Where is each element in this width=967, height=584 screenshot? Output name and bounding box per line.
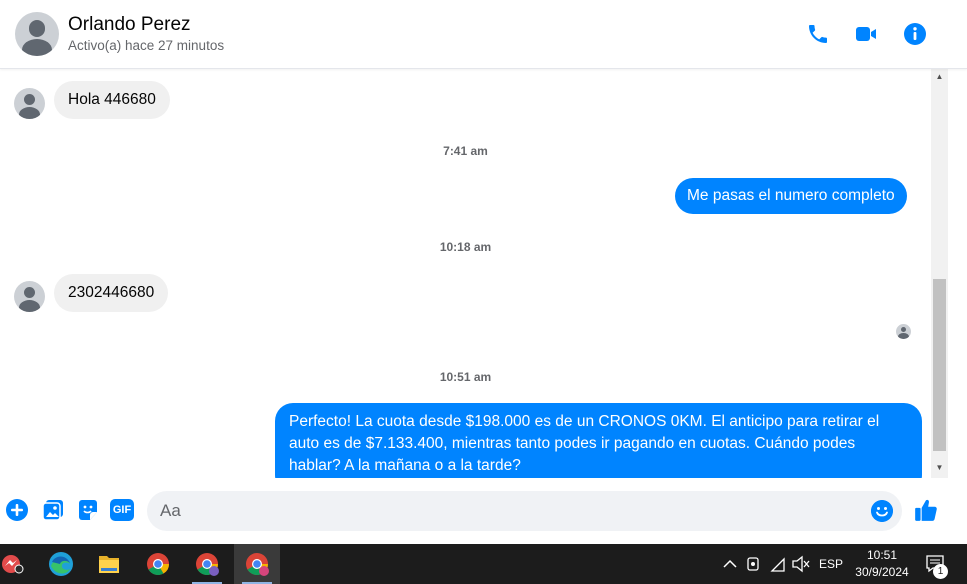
scrollbar-thumb[interactable]	[933, 279, 946, 451]
clock-date: 30/9/2024	[855, 565, 909, 579]
volume-muted-icon[interactable]	[790, 544, 812, 584]
window-edge	[948, 69, 967, 544]
outgoing-message[interactable]: Me pasas el numero completo	[675, 178, 907, 214]
clock-time: 10:51	[866, 548, 898, 562]
message-line: hablar? A la mañana o a la tarde?	[289, 457, 521, 474]
gif-icon[interactable]: GIF	[110, 499, 134, 521]
phone-icon[interactable]	[806, 22, 830, 46]
message-line: Perfecto! La cuota desde $198.000 es de …	[289, 413, 880, 430]
windows-taskbar: ESP 10:51 30/9/2024 1	[0, 544, 967, 584]
scroll-up-arrow[interactable]: ▲	[931, 70, 948, 84]
network-icon[interactable]	[768, 544, 790, 584]
message-timestamp: 10:51 am	[439, 370, 492, 384]
incoming-message[interactable]: Hola 446680	[54, 81, 170, 119]
emoji-icon[interactable]	[871, 500, 893, 522]
sender-avatar[interactable]	[14, 88, 45, 119]
message-timestamp: 7:41 am	[443, 144, 488, 158]
contact-name[interactable]: Orlando Perez	[68, 14, 191, 36]
show-hidden-icons-chevron-icon[interactable]	[720, 544, 740, 584]
outgoing-message[interactable]: Perfecto! La cuota desde $198.000 es de …	[275, 403, 922, 478]
seen-receipt-avatar	[896, 324, 911, 339]
contact-avatar[interactable]	[15, 12, 59, 56]
sticker-icon[interactable]	[76, 498, 100, 522]
add-icon[interactable]	[5, 498, 29, 522]
incoming-message[interactable]: 2302446680	[54, 274, 169, 312]
scroll-down-arrow[interactable]: ▼	[931, 461, 948, 475]
info-icon[interactable]	[903, 22, 927, 46]
file-explorer-icon[interactable]	[86, 544, 132, 584]
message-line: auto es de $7.133.400, mientras tanto po…	[289, 435, 856, 452]
edge-icon[interactable]	[38, 544, 84, 584]
message-thread[interactable]: Hola 446680 7:41 am Me pasas el numero c…	[0, 69, 931, 478]
chrome-profile-icon[interactable]	[184, 544, 230, 584]
notification-badge: 1	[933, 564, 948, 579]
chrome-icon[interactable]	[135, 544, 181, 584]
chat-header: Orlando Perez Activo(a) hace 27 minutos	[0, 0, 967, 69]
sender-avatar[interactable]	[14, 281, 45, 312]
contact-status: Activo(a) hace 27 minutos	[68, 38, 225, 53]
system-clock[interactable]: 10:51 30/9/2024	[846, 547, 918, 581]
language-indicator[interactable]: ESP	[818, 544, 844, 584]
photo-icon[interactable]	[41, 498, 65, 522]
message-input-box[interactable]	[147, 491, 902, 531]
message-composer: GIF	[0, 478, 948, 544]
like-icon[interactable]	[913, 497, 939, 523]
message-timestamp: 10:18 am	[439, 240, 492, 254]
meet-now-icon[interactable]	[744, 544, 764, 584]
chrome-active-icon[interactable]	[234, 544, 280, 584]
notification-center-icon[interactable]: 1	[924, 544, 950, 584]
video-call-icon[interactable]	[854, 22, 878, 46]
message-input[interactable]	[160, 491, 860, 531]
chat-scrollbar[interactable]: ▲ ▼	[931, 69, 948, 478]
